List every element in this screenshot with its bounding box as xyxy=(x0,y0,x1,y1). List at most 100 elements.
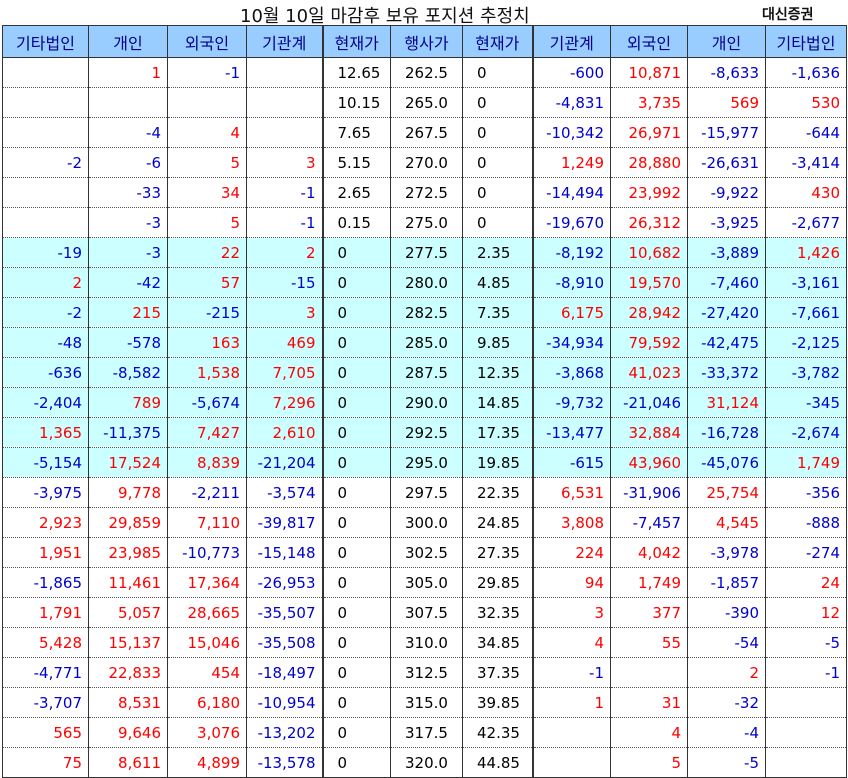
table-cell: -1 xyxy=(246,177,323,208)
table-cell: 3,735 xyxy=(610,87,688,118)
table-row: -2 -6 5 3 5.15 270.0 0 1,249 28,880 -26,631 -3,414 xyxy=(2,147,847,178)
table-cell: -7,457 xyxy=(610,507,688,538)
table-cell: 0 xyxy=(462,57,534,88)
table-cell: 5 xyxy=(167,147,247,178)
table-cell: 4 xyxy=(167,117,247,148)
table-cell: -39,817 xyxy=(246,507,323,538)
table-cell: 1,749 xyxy=(765,447,847,478)
table-cell xyxy=(2,117,89,148)
table-cell: 297.5 xyxy=(390,477,463,508)
table-cell xyxy=(532,747,611,778)
table-cell: -13,578 xyxy=(246,747,323,778)
table-cell: 295.0 xyxy=(390,447,463,478)
table-cell: 17.35 xyxy=(462,417,534,448)
table-cell: 1,249 xyxy=(532,147,611,178)
table-cell: 12.35 xyxy=(462,357,534,388)
table-cell: 31 xyxy=(610,687,688,718)
table-cell: 275.0 xyxy=(390,207,463,238)
table-cell xyxy=(2,207,89,238)
table-cell: 267.5 xyxy=(390,117,463,148)
table-cell: -8,192 xyxy=(532,237,611,268)
table-cell: 19.85 xyxy=(462,447,534,478)
table-cell: 0.15 xyxy=(321,207,391,238)
table-row: -19 -3 22 2 0 277.5 2.35 -8,192 10,682 -3,889 1,42… xyxy=(2,237,847,268)
table-cell: 6,531 xyxy=(532,477,611,508)
table-cell: 4 xyxy=(610,717,688,748)
table-cell: -21,046 xyxy=(610,387,688,418)
table-cell: 1,365 xyxy=(2,417,89,448)
table-cell: -16,728 xyxy=(687,417,766,448)
table-cell: -1,636 xyxy=(765,57,847,88)
position-table: 기타법인 개인 외국인 기관계 현재가 행사가 현재가 기관계 외국인 개인 기타법인 1 -1 12.… xyxy=(2,25,847,778)
table-cell: 565 xyxy=(2,717,89,748)
table-cell: 3 xyxy=(532,597,611,628)
table-cell xyxy=(2,87,89,118)
table-cell: 320.0 xyxy=(390,747,463,778)
table-cell: 0 xyxy=(321,327,391,358)
table-cell: 302.5 xyxy=(390,537,463,568)
table-cell: -5 xyxy=(687,747,766,778)
table-cell: 0 xyxy=(321,687,391,718)
table-cell: -3,414 xyxy=(765,147,847,178)
table-cell: 0 xyxy=(321,717,391,748)
table-cell: -9,732 xyxy=(532,387,611,418)
table-row: 2 -42 57 -15 0 280.0 4.85 -8,910 19,570 -7,460 -3,… xyxy=(2,267,847,298)
table-cell: -1 xyxy=(167,57,247,88)
table-cell: 41,023 xyxy=(610,357,688,388)
table-cell: -26,631 xyxy=(687,147,766,178)
table-cell: 0 xyxy=(321,597,391,628)
table-cell: -18,497 xyxy=(246,657,323,688)
table-row: 2,923 29,859 7,110 -39,817 0 300.0 24.85 3,808-… xyxy=(2,507,847,538)
table-cell: 300.0 xyxy=(390,507,463,538)
table-cell: -888 xyxy=(765,507,847,538)
table-cell: 5 xyxy=(610,747,688,778)
table-cell: 26,971 xyxy=(610,117,688,148)
table-cell: 469 xyxy=(246,327,323,358)
table-row: -2 215 -215 3 0 282.5 7.35 6,175 28,942 -27,420 -7… xyxy=(2,297,847,328)
table-cell: 32.35 xyxy=(462,597,534,628)
table-cell: -1 xyxy=(246,207,323,238)
table-cell: 57 xyxy=(167,267,247,298)
table-cell: -48 xyxy=(2,327,89,358)
table-cell: -578 xyxy=(88,327,168,358)
table-cell: 317.5 xyxy=(390,717,463,748)
table-cell: -10,954 xyxy=(246,687,323,718)
table-cell xyxy=(246,117,323,148)
table-cell: 1,791 xyxy=(2,597,89,628)
table-cell: 0 xyxy=(321,357,391,388)
column-header: 개인 xyxy=(88,25,168,58)
table-cell: -3,161 xyxy=(765,267,847,298)
table-cell: 37.35 xyxy=(462,657,534,688)
table-cell: 0 xyxy=(321,657,391,688)
table-cell: -636 xyxy=(2,357,89,388)
table-cell: -14,494 xyxy=(532,177,611,208)
table-cell: 0 xyxy=(462,87,534,118)
table-cell: 454 xyxy=(167,657,247,688)
table-cell: -9,922 xyxy=(687,177,766,208)
table-cell: 0 xyxy=(462,147,534,178)
table-cell: -1 xyxy=(532,657,611,688)
column-header: 개인 xyxy=(687,25,766,58)
table-cell xyxy=(2,57,89,88)
table-cell: -45,076 xyxy=(687,447,766,478)
table-cell: -3,978 xyxy=(687,537,766,568)
table-row: -5,154 17,524 8,839 -21,204 0 295.0 19.85 -615 4… xyxy=(2,447,847,478)
table-cell: 282.5 xyxy=(390,297,463,328)
table-cell: 4,545 xyxy=(687,507,766,538)
table-cell: -4 xyxy=(687,717,766,748)
column-header: 행사가 xyxy=(390,25,463,58)
table-cell: 2,923 xyxy=(2,507,89,538)
table-cell: -274 xyxy=(765,537,847,568)
table-cell xyxy=(765,717,847,748)
table-cell: -33,372 xyxy=(687,357,766,388)
table-cell xyxy=(532,717,611,748)
table-row: -4,771 22,833 454 -18,497 0 312.5 37.35 -1 2 -1 xyxy=(2,657,847,688)
table-cell: 22 xyxy=(167,237,247,268)
table-cell: 310.0 xyxy=(390,627,463,658)
table-cell: -3,975 xyxy=(2,477,89,508)
table-cell: 215 xyxy=(88,297,168,328)
table-row: 565 9,646 3,076 -13,202 0 317.5 42.35 4 -4 xyxy=(2,717,847,748)
table-cell: -7,460 xyxy=(687,267,766,298)
table-cell: -13,477 xyxy=(532,417,611,448)
table-cell: 2.35 xyxy=(462,237,534,268)
